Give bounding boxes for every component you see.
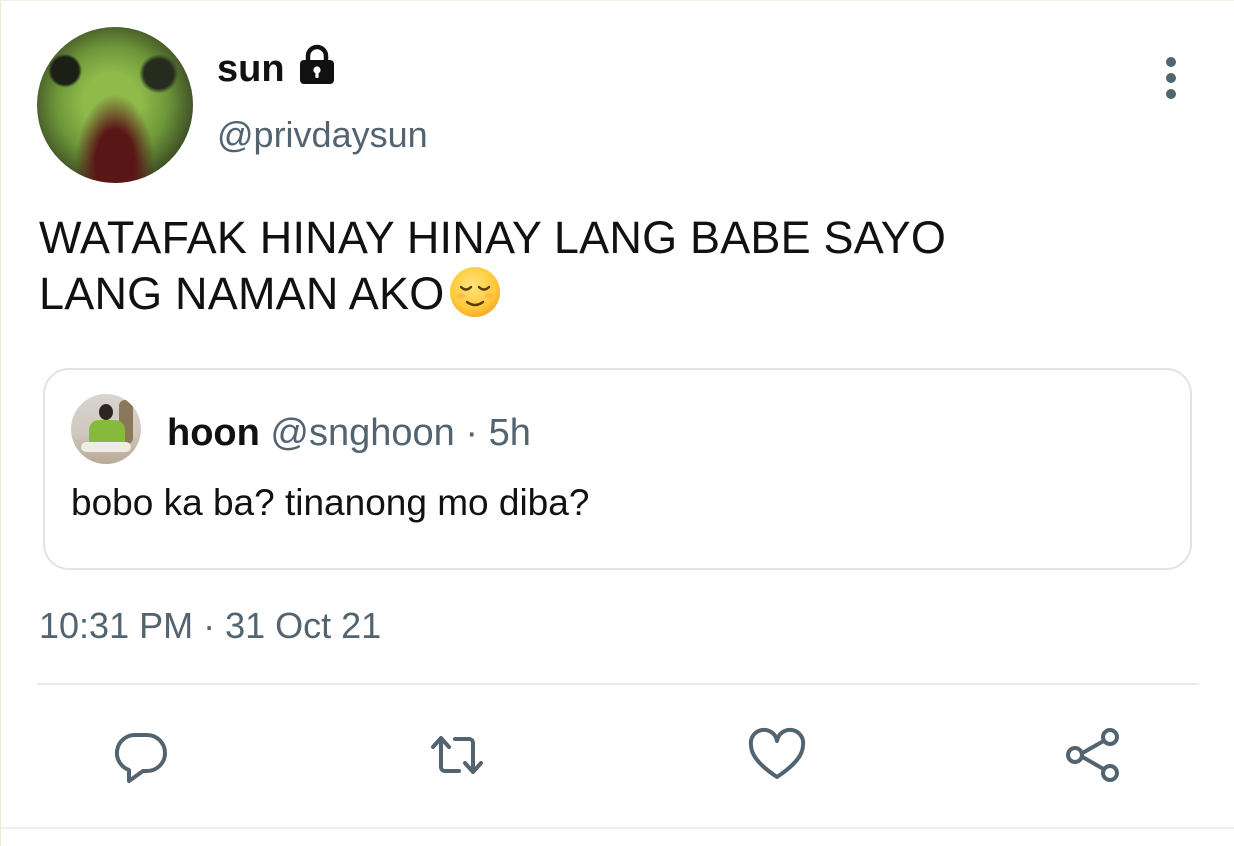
tweet-text: WATAFAK HINAY HINAY LANG BABE SAYO LANG … bbox=[39, 211, 1159, 321]
heart-icon bbox=[748, 727, 806, 779]
reply-icon bbox=[114, 732, 167, 783]
share-button[interactable] bbox=[1061, 723, 1125, 787]
retweet-button[interactable] bbox=[425, 723, 489, 787]
author-avatar[interactable] bbox=[37, 27, 193, 183]
more-options-icon[interactable] bbox=[1151, 53, 1191, 103]
avatar-head bbox=[99, 404, 113, 420]
retweet-icon bbox=[431, 736, 483, 774]
bottom-divider bbox=[1, 827, 1234, 829]
quoted-tweet-time: · 5h bbox=[454, 412, 531, 454]
relieved-face-emoji-icon bbox=[450, 267, 501, 317]
reply-button[interactable] bbox=[109, 723, 173, 787]
avatar-legs bbox=[81, 442, 131, 452]
tweet-text-line: LANG NAMAN AKO bbox=[39, 265, 1159, 321]
tweet-timestamp: 10:31 PM · 31 Oct 21 bbox=[39, 605, 382, 646]
tweet-text-line: WATAFAK HINAY HINAY LANG BABE SAYO bbox=[39, 212, 947, 263]
tweet-container: sun @privdaysun WATAFAK HINAY HINAY LANG… bbox=[0, 0, 1234, 846]
quoted-author-handle: @snghoon bbox=[270, 412, 455, 454]
author-handle[interactable]: @privdaysun bbox=[217, 113, 428, 157]
quoted-tweet-header: hoon @snghoon · 5h bbox=[167, 410, 531, 456]
share-icon bbox=[1066, 728, 1119, 782]
author-display-name[interactable]: sun bbox=[217, 45, 285, 93]
quoted-author-avatar[interactable] bbox=[71, 394, 141, 464]
divider bbox=[37, 683, 1199, 685]
quoted-tweet-text: bobo ka ba? tinanong mo diba? bbox=[71, 482, 590, 523]
quoted-author-name: hoon bbox=[167, 412, 260, 454]
lock-icon bbox=[300, 44, 334, 84]
quoted-tweet-card[interactable]: hoon @snghoon · 5h bobo ka ba? tinanong … bbox=[43, 368, 1192, 570]
like-button[interactable] bbox=[745, 723, 809, 787]
